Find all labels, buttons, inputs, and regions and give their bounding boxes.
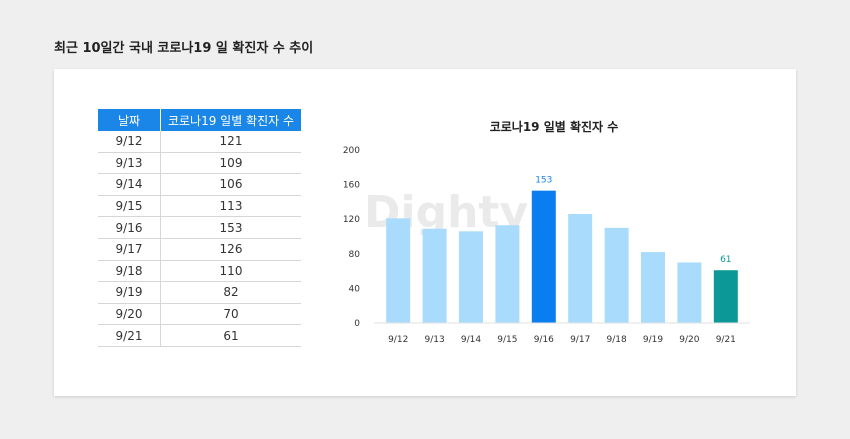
table-cell-count: 110 [160, 260, 301, 283]
table-row: 9/13 109 [98, 152, 301, 175]
bar-chart: 코로나19 일별 확진자 수 Dighty 0 40 80 120 160 200 9/1… [324, 109, 784, 369]
table-cell-date: 9/19 [98, 281, 161, 304]
table-row: 9/20 70 [98, 303, 301, 326]
data-table: 날짜 코로나19 일별 확진자 수 9/12 121 9/13 109 9/14 10… [98, 109, 301, 347]
table-row: 9/16 153 [98, 216, 301, 239]
table-row: 9/21 61 [98, 324, 301, 347]
x-tick-label: 9/17 [570, 335, 590, 345]
y-tick-label: 200 [343, 146, 360, 156]
table-cell-count: 82 [160, 281, 301, 304]
y-tick-label: 160 [343, 181, 360, 191]
bar [531, 190, 556, 323]
table-row: 9/18 110 [98, 260, 301, 283]
table-cell-date: 9/16 [98, 216, 161, 239]
table-cell-count: 70 [160, 303, 301, 326]
data-labels: 153 61 [535, 176, 731, 266]
table-cell-count: 106 [160, 173, 301, 196]
table-cell-date: 9/17 [98, 238, 161, 261]
bar [677, 262, 702, 323]
table-row: 9/12 121 [98, 131, 301, 153]
table-cell-count: 121 [160, 131, 301, 153]
table-cell-date: 9/20 [98, 303, 161, 326]
data-label: 61 [720, 255, 731, 265]
x-tick-label: 9/13 [424, 335, 444, 345]
table-cell-count: 153 [160, 216, 301, 239]
y-axis: 0 40 80 120 160 200 [343, 146, 360, 329]
bar [422, 228, 447, 323]
page-title: 최근 10일간 국내 코로나19 일 확진자 수 추이 [54, 41, 314, 56]
x-axis: 9/12 9/13 9/14 9/15 9/16 9/17 9/18 9/19 9/20 9/21 [374, 322, 750, 345]
x-tick-label: 9/14 [461, 335, 481, 345]
table-cell-date: 9/13 [98, 152, 161, 175]
table-row: 9/19 82 [98, 281, 301, 304]
table-cell-count: 126 [160, 238, 301, 261]
table-row: 9/17 126 [98, 238, 301, 261]
table-cell-date: 9/12 [98, 131, 161, 153]
chart-canvas: Dighty 04080120160200 9/12 9/13 9/14 9/15 9/… [343, 146, 750, 345]
x-tick-label: 9/18 [606, 335, 626, 345]
table-cell-date: 9/21 [98, 324, 161, 347]
table-cell-count: 109 [160, 152, 301, 175]
y-tick-label: 40 [349, 284, 361, 294]
x-tick-label: 9/16 [534, 335, 554, 345]
bar [386, 218, 411, 323]
bar [568, 214, 593, 323]
table-cell-date: 9/15 [98, 195, 161, 218]
x-tick-label: 9/20 [679, 335, 699, 345]
table-row: 9/14 106 [98, 173, 301, 196]
content-card: 날짜 코로나19 일별 확진자 수 9/12 121 9/13 109 9/14 10… [54, 69, 796, 396]
x-tick-label: 9/21 [716, 335, 736, 345]
x-tick-label: 9/15 [497, 335, 517, 345]
table-header-row: 날짜 코로나19 일별 확진자 수 [98, 109, 301, 131]
table-cell-date: 9/14 [98, 173, 161, 196]
bar [604, 227, 629, 323]
bar [495, 225, 520, 323]
y-tick-label: 0 [354, 319, 360, 329]
bar [713, 270, 738, 323]
x-tick-label: 9/19 [643, 335, 663, 345]
table-cell-count: 61 [160, 324, 301, 347]
column-header-date: 날짜 [98, 109, 161, 131]
table-cell-count: 113 [160, 195, 301, 218]
data-label: 153 [535, 176, 552, 186]
table-row: 9/15 113 [98, 195, 301, 218]
table-cell-date: 9/18 [98, 260, 161, 283]
x-tick-label: 9/12 [388, 335, 408, 345]
column-header-count: 코로나19 일별 확진자 수 [160, 109, 301, 131]
y-tick-label: 120 [343, 215, 360, 225]
y-tick-label: 80 [349, 250, 361, 260]
bar [641, 252, 665, 323]
bar [459, 231, 483, 323]
